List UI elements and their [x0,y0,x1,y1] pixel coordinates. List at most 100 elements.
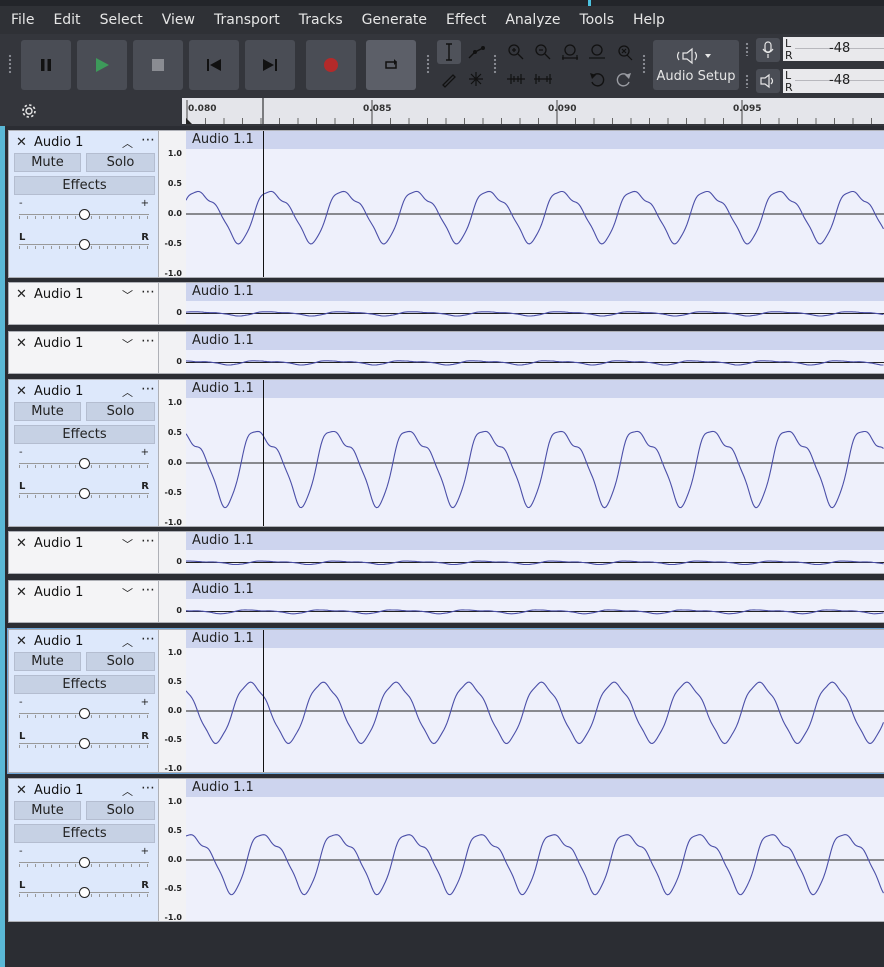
mute-button[interactable]: Mute [14,801,81,820]
loop-button[interactable] [366,40,416,90]
gain-slider-knob[interactable] [79,209,90,220]
menu-help[interactable]: Help [622,6,673,34]
close-icon[interactable]: ✕ [16,634,27,649]
silence-audio-button[interactable] [531,67,555,91]
skip-to-start-button[interactable] [189,40,239,90]
audio-clip[interactable]: Audio 1.1 [186,778,884,922]
pan-slider[interactable]: L R [19,880,149,899]
effects-button[interactable]: Effects [14,824,155,843]
pan-slider[interactable]: L R [19,481,149,500]
track-name[interactable]: Audio 1 [34,536,83,551]
timeline-options-button[interactable] [8,98,50,124]
vertical-ruler[interactable]: 0 [159,331,186,374]
stop-button[interactable] [133,40,183,90]
time-ruler[interactable]: 0.080 0.085 0.090 0.095 [186,98,884,124]
gain-slider[interactable]: - + [19,198,149,221]
vertical-ruler[interactable]: 0 [159,282,186,325]
vertical-ruler[interactable]: 1.0 0.5 0.0 -0.5 -1.0 [159,379,186,527]
toolbar-grip[interactable] [745,42,749,56]
audio-clip[interactable]: Audio 1.1 [186,379,884,527]
chevron-icon[interactable]: ︿ [122,384,133,400]
toolbar-grip[interactable] [493,54,497,74]
effects-button[interactable]: Effects [14,425,155,444]
toolbar-grip[interactable] [745,74,749,88]
envelope-tool-button[interactable] [464,40,488,64]
track-control-panel[interactable]: ✕ Audio 1 ︿ ⋯ Mute Solo Effects - + L R [8,778,159,922]
zoom-toggle-button[interactable] [612,40,636,64]
track-control-panel[interactable]: ✕ Audio 1 ︿ ⋯ Mute Solo Effects - + L R [8,130,159,278]
effects-button[interactable]: Effects [14,176,155,195]
zoom-in-button[interactable] [504,40,528,64]
track-control-panel[interactable]: ✕ Audio 1 ﹀ ⋯ [8,331,159,374]
menu-view[interactable]: View [151,6,203,34]
playback-meter-button[interactable] [756,69,780,93]
undo-button[interactable] [585,67,609,91]
track[interactable]: ✕ Audio 1 ︿ ⋯ Mute Solo Effects - + L R … [8,379,884,527]
more-icon[interactable]: ⋯ [141,381,155,397]
solo-button[interactable]: Solo [86,652,155,671]
redo-button[interactable] [612,67,636,91]
chevron-icon[interactable]: ︿ [122,135,133,151]
pause-button[interactable] [21,40,71,90]
trim-audio-button[interactable] [504,67,528,91]
record-button[interactable] [306,40,356,90]
zoom-out-button[interactable] [531,40,555,64]
menu-generate[interactable]: Generate [351,6,435,34]
track-control-panel[interactable]: ✕ Audio 1 ﹀ ⋯ [8,580,159,623]
pan-slider[interactable]: L R [19,232,149,251]
close-icon[interactable]: ✕ [16,384,27,399]
toolbar-grip[interactable] [642,54,646,74]
track[interactable]: ✕ Audio 1 ︿ ⋯ Mute Solo Effects - + L R … [7,628,884,774]
chevron-icon[interactable]: ﹀ [122,336,133,352]
play-button[interactable] [77,40,127,90]
mute-button[interactable]: Mute [14,153,81,172]
chevron-icon[interactable]: ︿ [122,634,133,650]
vertical-ruler[interactable]: 1.0 0.5 0.0 -0.5 -1.0 [159,629,186,773]
close-icon[interactable]: ✕ [16,135,27,150]
fit-selection-button[interactable] [558,40,582,64]
audio-clip[interactable]: Audio 1.1 [186,331,884,374]
vertical-ruler[interactable]: 0 [159,580,186,623]
record-meter-button[interactable] [756,38,780,62]
solo-button[interactable]: Solo [86,402,155,421]
menu-select[interactable]: Select [89,6,151,34]
track-name[interactable]: Audio 1 [34,783,83,798]
more-icon[interactable]: ⋯ [141,780,155,796]
audio-setup-button[interactable]: Audio Setup [653,40,739,90]
menu-edit[interactable]: Edit [42,6,88,34]
vertical-ruler[interactable]: 0 [159,531,186,574]
track-name[interactable]: Audio 1 [34,287,83,302]
effects-button[interactable]: Effects [14,675,155,694]
track-control-panel[interactable]: ✕ Audio 1 ﹀ ⋯ [8,282,159,325]
record-meter[interactable]: L R -48 [783,37,884,61]
solo-button[interactable]: Solo [86,153,155,172]
pan-slider-knob[interactable] [79,239,90,250]
track-control-panel[interactable]: ✕ Audio 1 ︿ ⋯ Mute Solo Effects - + L R [8,629,159,773]
track-name[interactable]: Audio 1 [34,585,83,600]
pan-slider-knob[interactable] [79,887,90,898]
menu-tools[interactable]: Tools [569,6,623,34]
close-icon[interactable]: ✕ [16,536,27,551]
track-control-panel[interactable]: ✕ Audio 1 ﹀ ⋯ [8,531,159,574]
solo-button[interactable]: Solo [86,801,155,820]
vertical-ruler[interactable]: 1.0 0.5 0.0 -0.5 -1.0 [159,778,186,922]
more-icon[interactable]: ⋯ [141,333,155,349]
track[interactable]: ✕ Audio 1 ︿ ⋯ Mute Solo Effects - + L R … [8,778,884,922]
menu-analyze[interactable]: Analyze [494,6,568,34]
close-icon[interactable]: ✕ [16,336,27,351]
gain-slider-knob[interactable] [79,458,90,469]
gain-slider[interactable]: - + [19,846,149,869]
track[interactable]: ✕ Audio 1 ﹀ ⋯ 0 Audio 1.1 [8,531,884,574]
chevron-icon[interactable]: ﹀ [122,287,133,303]
track[interactable]: ✕ Audio 1 ﹀ ⋯ 0 Audio 1.1 [8,580,884,623]
selection-tool-button[interactable] [437,40,461,64]
gain-slider-knob[interactable] [79,708,90,719]
audio-clip[interactable]: Audio 1.1 [186,580,884,623]
gain-slider[interactable]: - + [19,697,149,720]
multi-tool-button[interactable] [464,67,488,91]
close-icon[interactable]: ✕ [16,287,27,302]
track-name[interactable]: Audio 1 [34,634,83,649]
track-name[interactable]: Audio 1 [34,336,83,351]
skip-to-end-button[interactable] [245,40,295,90]
audio-clip[interactable]: Audio 1.1 [186,531,884,574]
